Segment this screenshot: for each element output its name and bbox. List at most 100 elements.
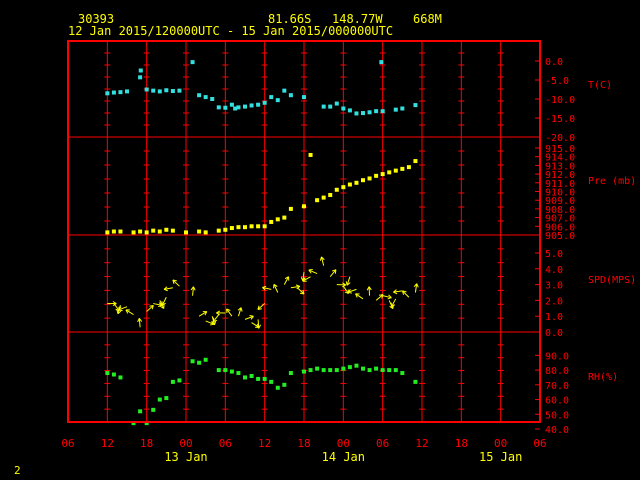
- data-point: [380, 368, 385, 373]
- data-point: [125, 89, 129, 94]
- data-point: [203, 230, 208, 235]
- data-point: [341, 185, 346, 190]
- data-point: [354, 180, 359, 185]
- data-point: [413, 379, 418, 384]
- data-point: [282, 215, 287, 220]
- data-point: [282, 88, 287, 93]
- data-point: [118, 229, 123, 234]
- wind-arrow-head: [118, 309, 123, 312]
- x-tick-label: 12: [415, 437, 428, 450]
- y-tick-label: 0.0: [545, 57, 563, 68]
- data-point: [151, 407, 156, 412]
- data-point: [111, 229, 116, 234]
- data-point: [197, 360, 202, 365]
- panel-label: Pre (mb): [588, 176, 636, 187]
- data-point: [164, 227, 169, 232]
- data-point: [367, 368, 372, 373]
- data-point: [138, 409, 143, 414]
- meteogram-chart: 0.0-5.0-10.0-15.0-20.0T(C)915.0914.0913.…: [0, 0, 640, 480]
- data-point: [249, 373, 254, 378]
- data-point: [275, 385, 280, 390]
- data-point: [328, 192, 333, 197]
- data-point: [334, 101, 339, 106]
- y-tick-label: -20.0: [545, 133, 575, 144]
- data-point: [216, 368, 221, 373]
- data-point: [374, 173, 379, 178]
- data-point: [111, 372, 116, 377]
- data-point: [203, 95, 208, 100]
- data-point: [170, 89, 175, 94]
- x-tick-label: 18: [455, 437, 468, 450]
- wind-arrow-head: [257, 308, 262, 310]
- data-point: [210, 97, 215, 101]
- time-period: 12 Jan 2015/120000UTC - 15 Jan 2015/0000…: [68, 24, 393, 38]
- data-point: [379, 60, 384, 65]
- x-tick-label: 12: [101, 437, 114, 450]
- data-point: [236, 225, 241, 230]
- data-point: [138, 68, 143, 73]
- y-tick-label: 70.0: [545, 381, 569, 392]
- wind-arrow-head: [308, 268, 313, 271]
- data-point: [243, 225, 247, 230]
- data-point: [138, 229, 143, 234]
- data-point: [374, 109, 379, 114]
- x-day-label: 13 Jan: [164, 450, 207, 464]
- data-point: [288, 93, 293, 98]
- data-point: [229, 226, 234, 231]
- x-tick-label: 06: [376, 437, 389, 450]
- y-tick-label: -10.0: [545, 95, 575, 106]
- data-point: [275, 98, 280, 103]
- data-point: [387, 170, 392, 175]
- data-point: [157, 89, 162, 94]
- data-point: [229, 102, 234, 107]
- panel-label: T(C): [588, 80, 612, 91]
- data-point: [387, 368, 392, 373]
- data-point: [374, 366, 379, 371]
- x-tick-label: 06: [533, 437, 546, 450]
- data-point: [236, 105, 241, 110]
- data-point: [347, 108, 352, 113]
- data-point: [367, 110, 372, 115]
- data-point: [256, 376, 261, 381]
- data-point: [393, 107, 398, 112]
- data-point: [341, 106, 346, 111]
- x-tick-label: 00: [337, 437, 350, 450]
- data-point: [288, 371, 293, 376]
- data-point: [341, 366, 346, 371]
- x-tick-label: 00: [179, 437, 192, 450]
- y-tick-label: 0.0: [545, 328, 563, 339]
- data-point: [229, 369, 234, 374]
- data-point: [262, 224, 267, 229]
- data-point: [400, 106, 405, 111]
- data-point: [308, 368, 313, 373]
- x-tick-label: 18: [297, 437, 310, 450]
- data-point: [393, 168, 398, 173]
- y-tick-label: 905.0: [545, 231, 575, 242]
- data-point: [328, 368, 333, 373]
- data-point: [223, 227, 228, 232]
- data-point: [413, 159, 418, 164]
- x-tick-label: 12: [258, 437, 271, 450]
- data-point: [354, 111, 359, 116]
- data-point: [302, 204, 306, 209]
- data-point: [249, 224, 254, 229]
- data-point: [367, 176, 372, 181]
- data-point: [243, 104, 247, 109]
- data-point: [256, 102, 261, 107]
- data-point: [269, 379, 274, 384]
- data-point: [105, 371, 110, 376]
- data-point: [151, 88, 156, 93]
- data-point: [164, 396, 169, 401]
- data-point: [334, 368, 339, 373]
- data-point: [177, 378, 182, 383]
- y-tick-label: 50.0: [545, 410, 569, 421]
- data-point: [347, 365, 352, 370]
- data-point: [315, 198, 320, 203]
- data-point: [275, 217, 280, 222]
- data-point: [269, 219, 274, 224]
- data-point: [170, 228, 175, 233]
- data-point: [216, 228, 221, 233]
- data-point: [249, 103, 254, 108]
- y-tick-label: 90.0: [545, 351, 569, 362]
- data-point: [380, 109, 385, 114]
